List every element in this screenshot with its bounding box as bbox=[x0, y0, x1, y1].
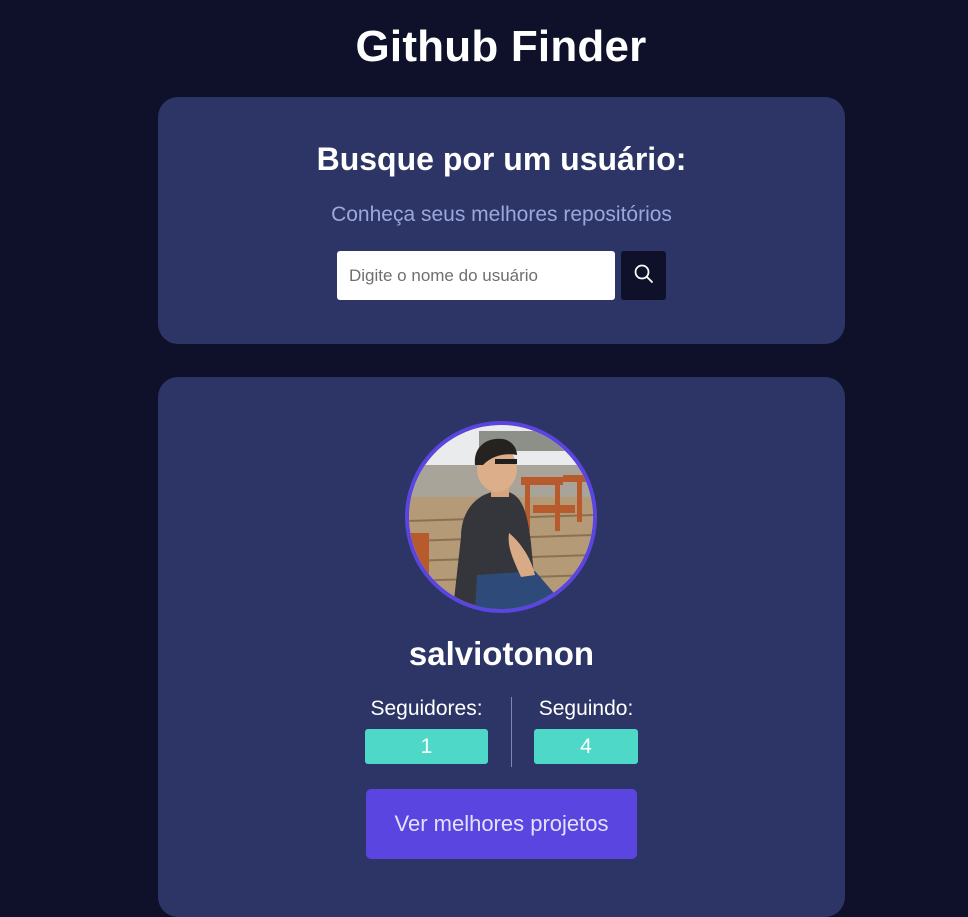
followers-count: 1 bbox=[365, 729, 488, 764]
search-card: Busque por um usuário: Conheça seus melh… bbox=[158, 97, 845, 344]
following-stat: Seguindo: 4 bbox=[534, 697, 638, 764]
search-subtitle: Conheça seus melhores repositórios bbox=[331, 203, 672, 226]
following-count: 4 bbox=[534, 729, 638, 764]
search-button[interactable] bbox=[621, 251, 666, 300]
avatar bbox=[405, 421, 597, 613]
search-input[interactable] bbox=[337, 251, 615, 300]
view-best-projects-button[interactable]: Ver melhores projetos bbox=[366, 789, 637, 859]
followers-stat: Seguidores: 1 bbox=[365, 697, 488, 764]
stats-divider bbox=[511, 697, 512, 767]
followers-label: Seguidores: bbox=[370, 697, 483, 720]
following-label: Seguindo: bbox=[538, 697, 634, 720]
app-title: Github Finder bbox=[355, 22, 647, 71]
search-heading: Busque por um usuário: bbox=[316, 141, 687, 177]
username: salviotonon bbox=[408, 635, 595, 672]
search-icon bbox=[633, 263, 655, 288]
profile-card: salviotonon Seguidores: 1 Seguindo: 4 Ve… bbox=[158, 377, 845, 917]
